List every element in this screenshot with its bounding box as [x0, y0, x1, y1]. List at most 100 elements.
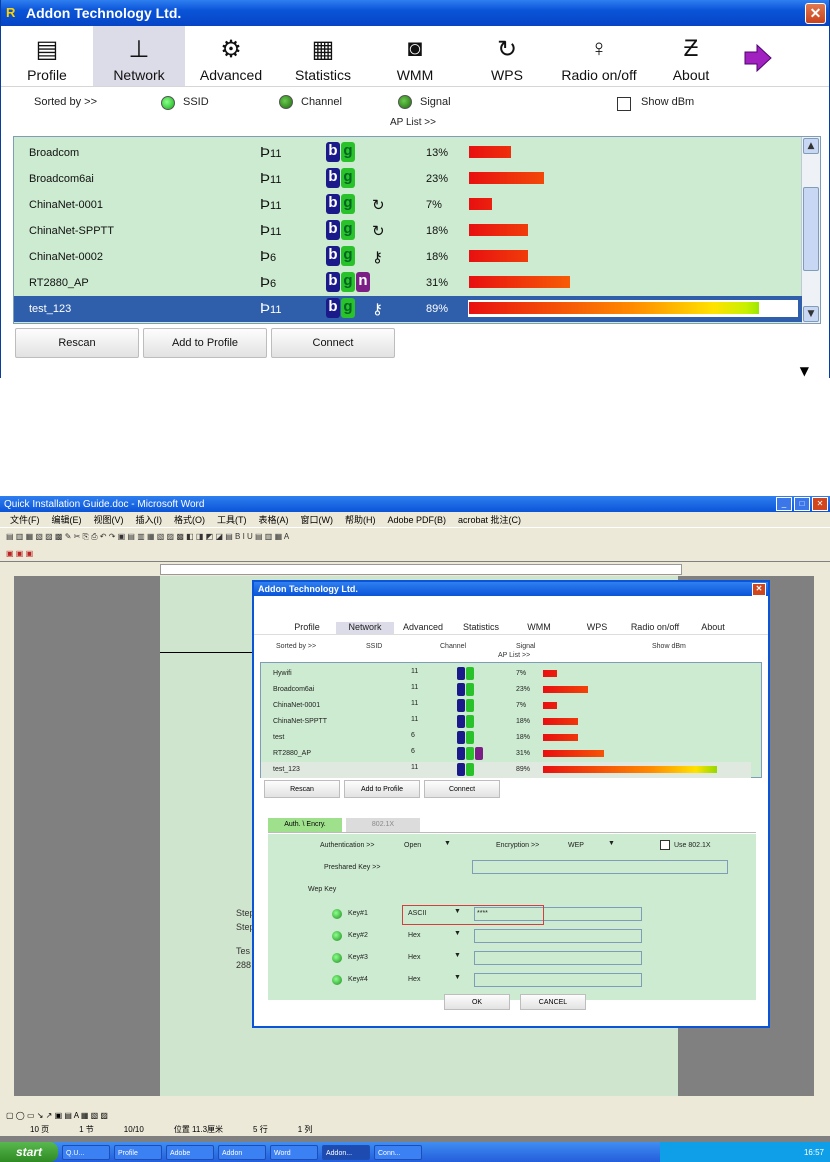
channel-icon: Ϸ	[260, 222, 271, 239]
key-value-field[interactable]	[474, 929, 642, 943]
ap-row[interactable]: test_123 Ϸ11 b g ⚷ 89%	[14, 296, 802, 322]
word-menu-item[interactable]: 编辑(E)	[52, 513, 82, 526]
dialog-close-icon[interactable]: ✕	[752, 582, 766, 596]
word-menu-item[interactable]: 视图(V)	[94, 513, 124, 526]
maximize-icon[interactable]: □	[794, 497, 810, 511]
ap-row[interactable]: ChinaNet-0002 Ϸ6 b g ⚷ 18%	[14, 244, 802, 270]
dialog-ap-row[interactable]: ChinaNet-SPPTT 11 18%	[261, 714, 751, 730]
key-type[interactable]: Hex	[408, 932, 420, 939]
key-value-field[interactable]	[474, 973, 642, 987]
ap-row[interactable]: ChinaNet-SPPTT Ϸ11 b g ↻ 18%	[14, 218, 802, 244]
auth-dropdown-icon[interactable]: ▼	[444, 840, 451, 847]
word-menu-item[interactable]: Adobe PDF(B)	[388, 515, 447, 525]
start-button[interactable]: start	[0, 1142, 58, 1162]
expand-down-icon[interactable]: ▼	[800, 364, 809, 378]
dialog-ap-list[interactable]: Hywifi 11 7% Broadcom6ai 11 23% ChinaNet-0001 1…	[260, 662, 762, 778]
ap-list-scrollbar[interactable]: ▲ ▼	[801, 137, 820, 323]
dialog-action-button[interactable]: Connect	[424, 780, 500, 798]
tab-auth-encry[interactable]: Auth. \ Encry.	[268, 818, 342, 832]
dialog-ap-row[interactable]: ChinaNet-0001 11 7%	[261, 698, 751, 714]
word-menu-item[interactable]: 文件(F)	[10, 513, 40, 526]
toolbar-radio-on-off[interactable]: ♀ Radio on/off	[553, 26, 645, 86]
word-menu-item[interactable]: 插入(I)	[136, 513, 163, 526]
key-type-dropdown-icon[interactable]: ▼	[454, 930, 461, 937]
auth-value[interactable]: Open	[404, 842, 421, 849]
key-radio[interactable]	[332, 975, 342, 985]
toolbar-advanced[interactable]: ⚙ Advanced	[185, 26, 277, 86]
use-8021x-checkbox[interactable]	[660, 840, 670, 850]
scroll-up-icon[interactable]: ▲	[803, 138, 819, 154]
dialog-toolbar-item[interactable]: WPS	[568, 622, 626, 634]
dialog-toolbar-item[interactable]: Advanced	[394, 622, 452, 634]
taskbar-item[interactable]: Profile	[114, 1144, 162, 1160]
key-value-field[interactable]	[474, 951, 642, 965]
ok-button[interactable]: OK	[444, 994, 510, 1010]
cancel-button[interactable]: CANCEL	[520, 994, 586, 1010]
word-menu-item[interactable]: 窗口(W)	[301, 513, 334, 526]
word-menu-item[interactable]: 帮助(H)	[345, 513, 376, 526]
scroll-thumb[interactable]	[803, 187, 819, 271]
key-type-dropdown-icon[interactable]: ▼	[454, 952, 461, 959]
key-type[interactable]: Hex	[408, 954, 420, 961]
key-radio[interactable]	[332, 953, 342, 963]
dialog-toolbar: Profile Network Advanced Statistics WMM WPS Ra…	[254, 596, 768, 635]
enc-value[interactable]: WEP	[568, 842, 584, 849]
key-radio[interactable]	[332, 909, 342, 919]
dialog-action-button[interactable]: Rescan	[264, 780, 340, 798]
dialog-ap-modes	[457, 683, 475, 696]
enc-dropdown-icon[interactable]: ▼	[608, 840, 615, 847]
word-menu-item[interactable]: 格式(O)	[174, 513, 205, 526]
scroll-down-icon[interactable]: ▼	[803, 306, 819, 322]
taskbar-item[interactable]: Word	[270, 1144, 318, 1160]
word-menu-item[interactable]: acrobat 批注(C)	[458, 513, 521, 526]
dialog-toolbar-item[interactable]: About	[684, 622, 742, 634]
show-dbm-checkbox[interactable]	[617, 97, 631, 111]
word-menu-item[interactable]: 工具(T)	[217, 513, 247, 526]
taskbar-item[interactable]: Addon	[218, 1144, 266, 1160]
dialog-ap-row[interactable]: Hywifi 11 7%	[261, 666, 751, 682]
word-vertical-scrollbar[interactable]	[814, 562, 830, 1096]
toolbar-network[interactable]: ⊥ Network	[93, 26, 185, 86]
dialog-toolbar-item[interactable]: Network	[336, 622, 394, 634]
minimize-icon[interactable]: _	[776, 497, 792, 511]
key-type-dropdown-icon[interactable]: ▼	[454, 974, 461, 981]
ap-row[interactable]: RT2880_AP Ϸ6 b g n 31%	[14, 270, 802, 296]
sort-ssid-radio[interactable]	[161, 96, 175, 110]
toolbar-about[interactable]: Ƶ About	[645, 26, 737, 86]
dialog-toolbar-item[interactable]: Statistics	[452, 622, 510, 634]
dialog-toolbar-item[interactable]: WMM	[510, 622, 568, 634]
key-type[interactable]: Hex	[408, 976, 420, 983]
rescan-button[interactable]: Rescan	[15, 328, 139, 358]
ap-row[interactable]: ChinaNet-0001 Ϸ11 b g ↻ 7%	[14, 192, 802, 218]
toolbar-wmm[interactable]: ◙ WMM	[369, 26, 461, 86]
add-to-profile-button[interactable]: Add to Profile	[143, 328, 267, 358]
word-menu-item[interactable]: 表格(A)	[259, 513, 289, 526]
dialog-ap-row[interactable]: test 6 18%	[261, 730, 751, 746]
dialog-ap-row[interactable]: Broadcom6ai 11 23%	[261, 682, 751, 698]
preshared-key-field[interactable]	[472, 860, 728, 874]
sort-signal-radio[interactable]	[398, 95, 412, 109]
ap-list[interactable]: ▲ ▼ Broadcom Ϸ11 b g 13% Broadcom6ai Ϸ11 b g 23% C…	[13, 136, 821, 324]
word-close-icon[interactable]: ✕	[812, 497, 828, 511]
taskbar-item[interactable]: Adobe	[166, 1144, 214, 1160]
toolbar-profile[interactable]: ▤ Profile	[1, 26, 93, 86]
word-horizontal-scrollbar[interactable]	[0, 1096, 830, 1108]
dialog-action-button[interactable]: Add to Profile	[344, 780, 420, 798]
tab-8021x[interactable]: 802.1X	[346, 818, 420, 832]
key-radio[interactable]	[332, 931, 342, 941]
sort-channel-radio[interactable]	[279, 95, 293, 109]
toolbar-statistics[interactable]: ▦ Statistics	[277, 26, 369, 86]
taskbar-item[interactable]: Addon...	[322, 1144, 370, 1160]
connect-button[interactable]: Connect	[271, 328, 395, 358]
dialog-ap-row[interactable]: RT2880_AP 6 31%	[261, 746, 751, 762]
ap-row[interactable]: Broadcom Ϸ11 b g 13%	[14, 140, 802, 166]
dialog-toolbar-item[interactable]: Radio on/off	[626, 622, 684, 634]
dialog-ap-row[interactable]: test_123 11 89%	[261, 762, 751, 778]
close-button[interactable]: ✕	[805, 2, 826, 24]
dialog-toolbar-item[interactable]: Profile	[278, 622, 336, 634]
taskbar-item[interactable]: Conn...	[374, 1144, 422, 1160]
next-arrow-icon[interactable]	[743, 38, 773, 78]
taskbar-item[interactable]: Q.U...	[62, 1144, 110, 1160]
ap-row[interactable]: Broadcom6ai Ϸ11 b g 23%	[14, 166, 802, 192]
toolbar-wps[interactable]: ↻ WPS	[461, 26, 553, 86]
